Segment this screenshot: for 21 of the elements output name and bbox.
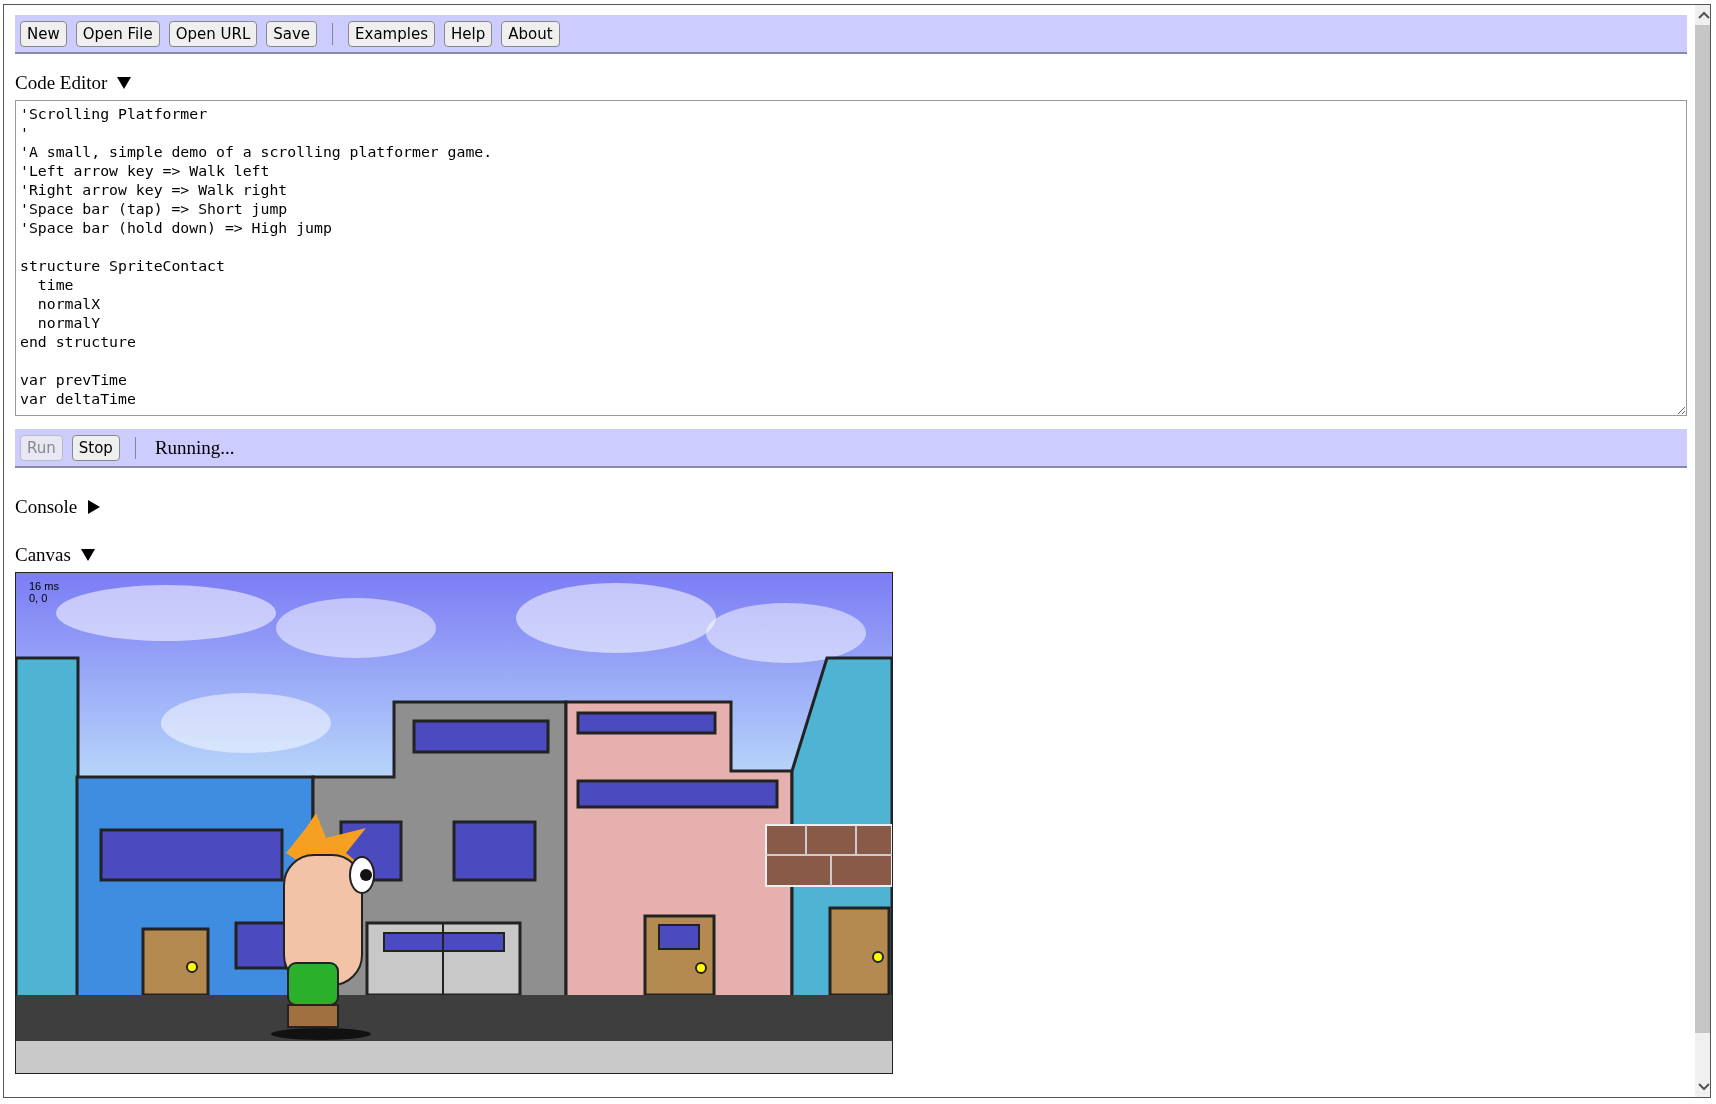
toolbar-button[interactable]: About (501, 20, 560, 47)
toolbar-button[interactable]: Open File (75, 20, 160, 47)
toolbar-button[interactable]: Save (266, 20, 318, 47)
collapse-triangle-icon[interactable] (117, 76, 132, 90)
collapse-triangle-icon[interactable] (80, 548, 95, 562)
toolbar-button[interactable]: Examples (348, 20, 435, 47)
run-button[interactable]: Stop (71, 434, 120, 461)
toolbar-button[interactable]: New (20, 20, 67, 47)
page-scrollbar[interactable] (1695, 5, 1710, 1097)
scroll-up-icon[interactable] (1698, 11, 1710, 19)
toolbar-button[interactable]: Open URL (168, 20, 258, 47)
status-text: Running... (154, 436, 235, 459)
frame-time-text: 16 ms (29, 580, 59, 592)
section-heading[interactable]: Code Editor (15, 72, 108, 94)
code-editor-field[interactable]: 'Scrolling Platformer ' 'A small, simple demo of a scrolling platformer game. 'Left arrow key => Walk left 'Right arrow key => Walk right 'Space bar (tap) => Short jump 'Space bar (hold down) => High jump structure SpriteContact time normalX normalY end structure var prevTime var deltaTime (15, 100, 1687, 416)
position-text: 0, 0 (29, 592, 48, 604)
section-heading[interactable]: Console (15, 496, 78, 518)
scroll-down-icon[interactable] (1698, 1083, 1710, 1091)
section-heading[interactable]: Canvas (15, 544, 71, 566)
expand-triangle-icon[interactable] (87, 500, 102, 514)
toolbar-button[interactable]: Help (443, 20, 493, 47)
